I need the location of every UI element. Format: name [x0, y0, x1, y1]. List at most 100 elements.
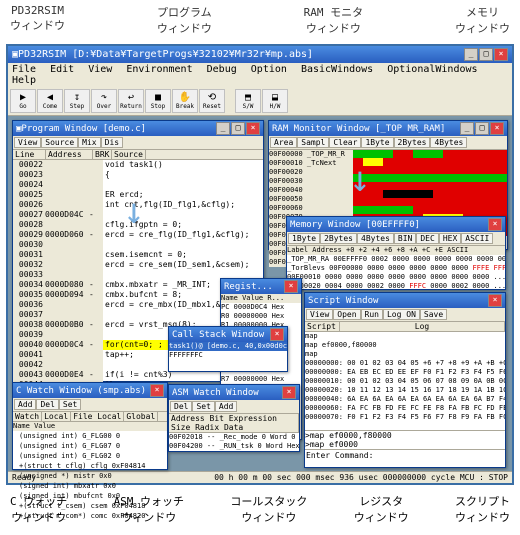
- reset-button[interactable]: ⟲Reset: [199, 89, 225, 113]
- script-titlebar[interactable]: Script Window ×: [305, 293, 505, 308]
- main-titlebar[interactable]: ▣ PD32RSIM [D:¥Data¥TargetProgs¥32102¥Mr…: [8, 46, 512, 63]
- go-button[interactable]: ▶Go: [10, 89, 36, 113]
- register-titlebar[interactable]: Regist... ×: [221, 279, 301, 294]
- 4bytes-button[interactable]: 4Bytes: [430, 137, 467, 148]
- minimize-button[interactable]: _: [464, 48, 478, 61]
- memory-window: Memory Window [00EFFFF0] × 1Byte 2Bytes …: [286, 216, 506, 290]
- script-body[interactable]: mapmap ef0000,f80000map00000000: 00 01 0…: [305, 332, 505, 430]
- close-button[interactable]: ×: [150, 384, 164, 397]
- 4bytes-button[interactable]: 4Bytes: [357, 233, 394, 244]
- callstack-title: Call Stack Window: [172, 330, 264, 340]
- run-button[interactable]: Run: [361, 309, 383, 320]
- dec-button[interactable]: DEC: [416, 233, 438, 244]
- cwatch-title: C Watch Window (smp.abs): [16, 386, 146, 396]
- script-prompt: >map ef0000: [305, 440, 505, 449]
- top-callouts: PD32RSIM ウィンドウ プログラム ウィンドウ RAM モニタ ウィンドウ…: [0, 0, 520, 44]
- menu-item[interactable]: View: [88, 64, 112, 75]
- come-button[interactable]: ◀Come: [37, 89, 63, 113]
- memory-titlebar[interactable]: Memory Window [00EFFFF0] ×: [287, 217, 505, 232]
- hex-button[interactable]: HEX: [439, 233, 461, 244]
- 1byte-button[interactable]: 1Byte: [361, 137, 393, 148]
- close-button[interactable]: ×: [246, 122, 260, 135]
- 2bytes-button[interactable]: 2Bytes: [394, 137, 431, 148]
- program-toolbar: View Source Mix Dis: [13, 136, 263, 150]
- set-button[interactable]: Set: [192, 401, 214, 412]
- maximize-button[interactable]: □: [479, 48, 493, 61]
- cwatch-body[interactable]: Name Value(unsigned int) G_FLG00 0(unsig…: [13, 422, 167, 521]
- asmwatch-header: Address Bit Expression Size Radix Data: [169, 414, 299, 432]
- main-toolbar: ▶Go ◀Come ↧Step ↷Over ↩Return ■Stop ✋Bre…: [8, 87, 512, 116]
- asmwatch-body[interactable]: 00F02018 -- _Rec_mode 0 Word 000F04200 -…: [169, 433, 299, 451]
- tab-local[interactable]: Local: [42, 412, 71, 421]
- open-button[interactable]: Open: [333, 309, 360, 320]
- callout: RAM モニタ ウィンドウ: [304, 4, 364, 36]
- memory-title: Memory Window [00EFFFF0]: [290, 220, 420, 230]
- menu-item[interactable]: Option: [251, 64, 287, 75]
- menu-item[interactable]: BasicWindows: [301, 64, 373, 75]
- close-button[interactable]: ×: [490, 122, 504, 135]
- set-button[interactable]: Set: [59, 399, 81, 410]
- tab-global[interactable]: Global: [124, 412, 158, 421]
- view-button[interactable]: View: [14, 137, 41, 148]
- callstack-titlebar[interactable]: Call Stack Window ×: [169, 327, 287, 342]
- area-button[interactable]: Area: [270, 137, 297, 148]
- source-button[interactable]: Source: [41, 137, 78, 148]
- menu-item[interactable]: OptionalWindows: [387, 64, 477, 75]
- tab-filelocal[interactable]: File Local: [71, 412, 124, 421]
- menu-item[interactable]: Debug: [207, 64, 237, 75]
- memory-body[interactable]: Label Address +0 +2 +4 +6 +8 +A +C +E AS…: [287, 246, 505, 291]
- minimize-button[interactable]: _: [216, 122, 230, 135]
- save-button[interactable]: Save: [420, 309, 447, 320]
- clear-button[interactable]: Clear: [329, 137, 361, 148]
- cwatch-tabs: Watch Local File Local Global: [13, 412, 167, 422]
- sw-button[interactable]: ⬒S/W: [235, 89, 261, 113]
- register-title: Regist...: [224, 282, 273, 292]
- maximize-button[interactable]: □: [231, 122, 245, 135]
- cwatch-titlebar[interactable]: C Watch Window (smp.abs) ×: [13, 383, 167, 398]
- asmwatch-toolbar: Del Set Add: [169, 400, 299, 414]
- program-title: Program Window [demo.c]: [21, 124, 146, 134]
- callout: メモリ ウィンドウ: [455, 4, 510, 36]
- command-input[interactable]: Enter Command:: [305, 449, 505, 461]
- sampl-button[interactable]: Sampl: [297, 137, 329, 148]
- step-button[interactable]: ↧Step: [64, 89, 90, 113]
- add-button[interactable]: Add: [14, 399, 36, 410]
- logon-button[interactable]: Log ON: [383, 309, 420, 320]
- del-button[interactable]: Del: [36, 399, 58, 410]
- menu-item[interactable]: Help: [12, 75, 36, 86]
- mix-button[interactable]: Mix: [78, 137, 100, 148]
- hw-button[interactable]: ⬓H/W: [262, 89, 288, 113]
- break-button[interactable]: ✋Break: [172, 89, 198, 113]
- close-button[interactable]: ×: [282, 386, 296, 399]
- close-button[interactable]: ×: [488, 218, 502, 231]
- dis-button[interactable]: Dis: [101, 137, 123, 148]
- callout: PD32RSIM ウィンドウ: [10, 4, 65, 36]
- callstack-body[interactable]: task1()@ [demo.c, 40,0x00d0c4]FFFFFFFC: [169, 342, 287, 360]
- bin-button[interactable]: BIN: [394, 233, 416, 244]
- over-button[interactable]: ↷Over: [91, 89, 117, 113]
- menu-item[interactable]: Edit: [50, 64, 74, 75]
- program-titlebar[interactable]: ▣ Program Window [demo.c] _ □ ×: [13, 121, 263, 136]
- ascii-button[interactable]: ASCII: [461, 233, 493, 244]
- 2bytes-button[interactable]: 2Bytes: [320, 233, 357, 244]
- del-button[interactable]: Del: [170, 401, 192, 412]
- script-toolbar: View Open Run Log ON Save: [305, 308, 505, 322]
- menu-item[interactable]: File: [12, 64, 36, 75]
- close-button[interactable]: ×: [270, 328, 284, 341]
- tab-watch[interactable]: Watch: [13, 412, 42, 421]
- asmwatch-titlebar[interactable]: ASM Watch Window ×: [169, 385, 299, 400]
- ram-title: RAM Monitor Window [_TOP MR_RAM]: [272, 124, 445, 134]
- add-button[interactable]: Add: [215, 401, 237, 412]
- close-button[interactable]: ×: [494, 48, 508, 61]
- return-button[interactable]: ↩Return: [118, 89, 144, 113]
- view-button[interactable]: View: [306, 309, 333, 320]
- close-button[interactable]: ×: [284, 280, 298, 293]
- minimize-button[interactable]: _: [460, 122, 474, 135]
- 1byte-button[interactable]: 1Byte: [288, 233, 320, 244]
- close-button[interactable]: ×: [488, 294, 502, 307]
- menu-item[interactable]: Environment: [126, 64, 192, 75]
- ram-titlebar[interactable]: RAM Monitor Window [_TOP MR_RAM] _ □ ×: [269, 121, 507, 136]
- maximize-button[interactable]: □: [475, 122, 489, 135]
- stop-button[interactable]: ■Stop: [145, 89, 171, 113]
- script-prompt: >map ef0000,f80000: [305, 431, 505, 440]
